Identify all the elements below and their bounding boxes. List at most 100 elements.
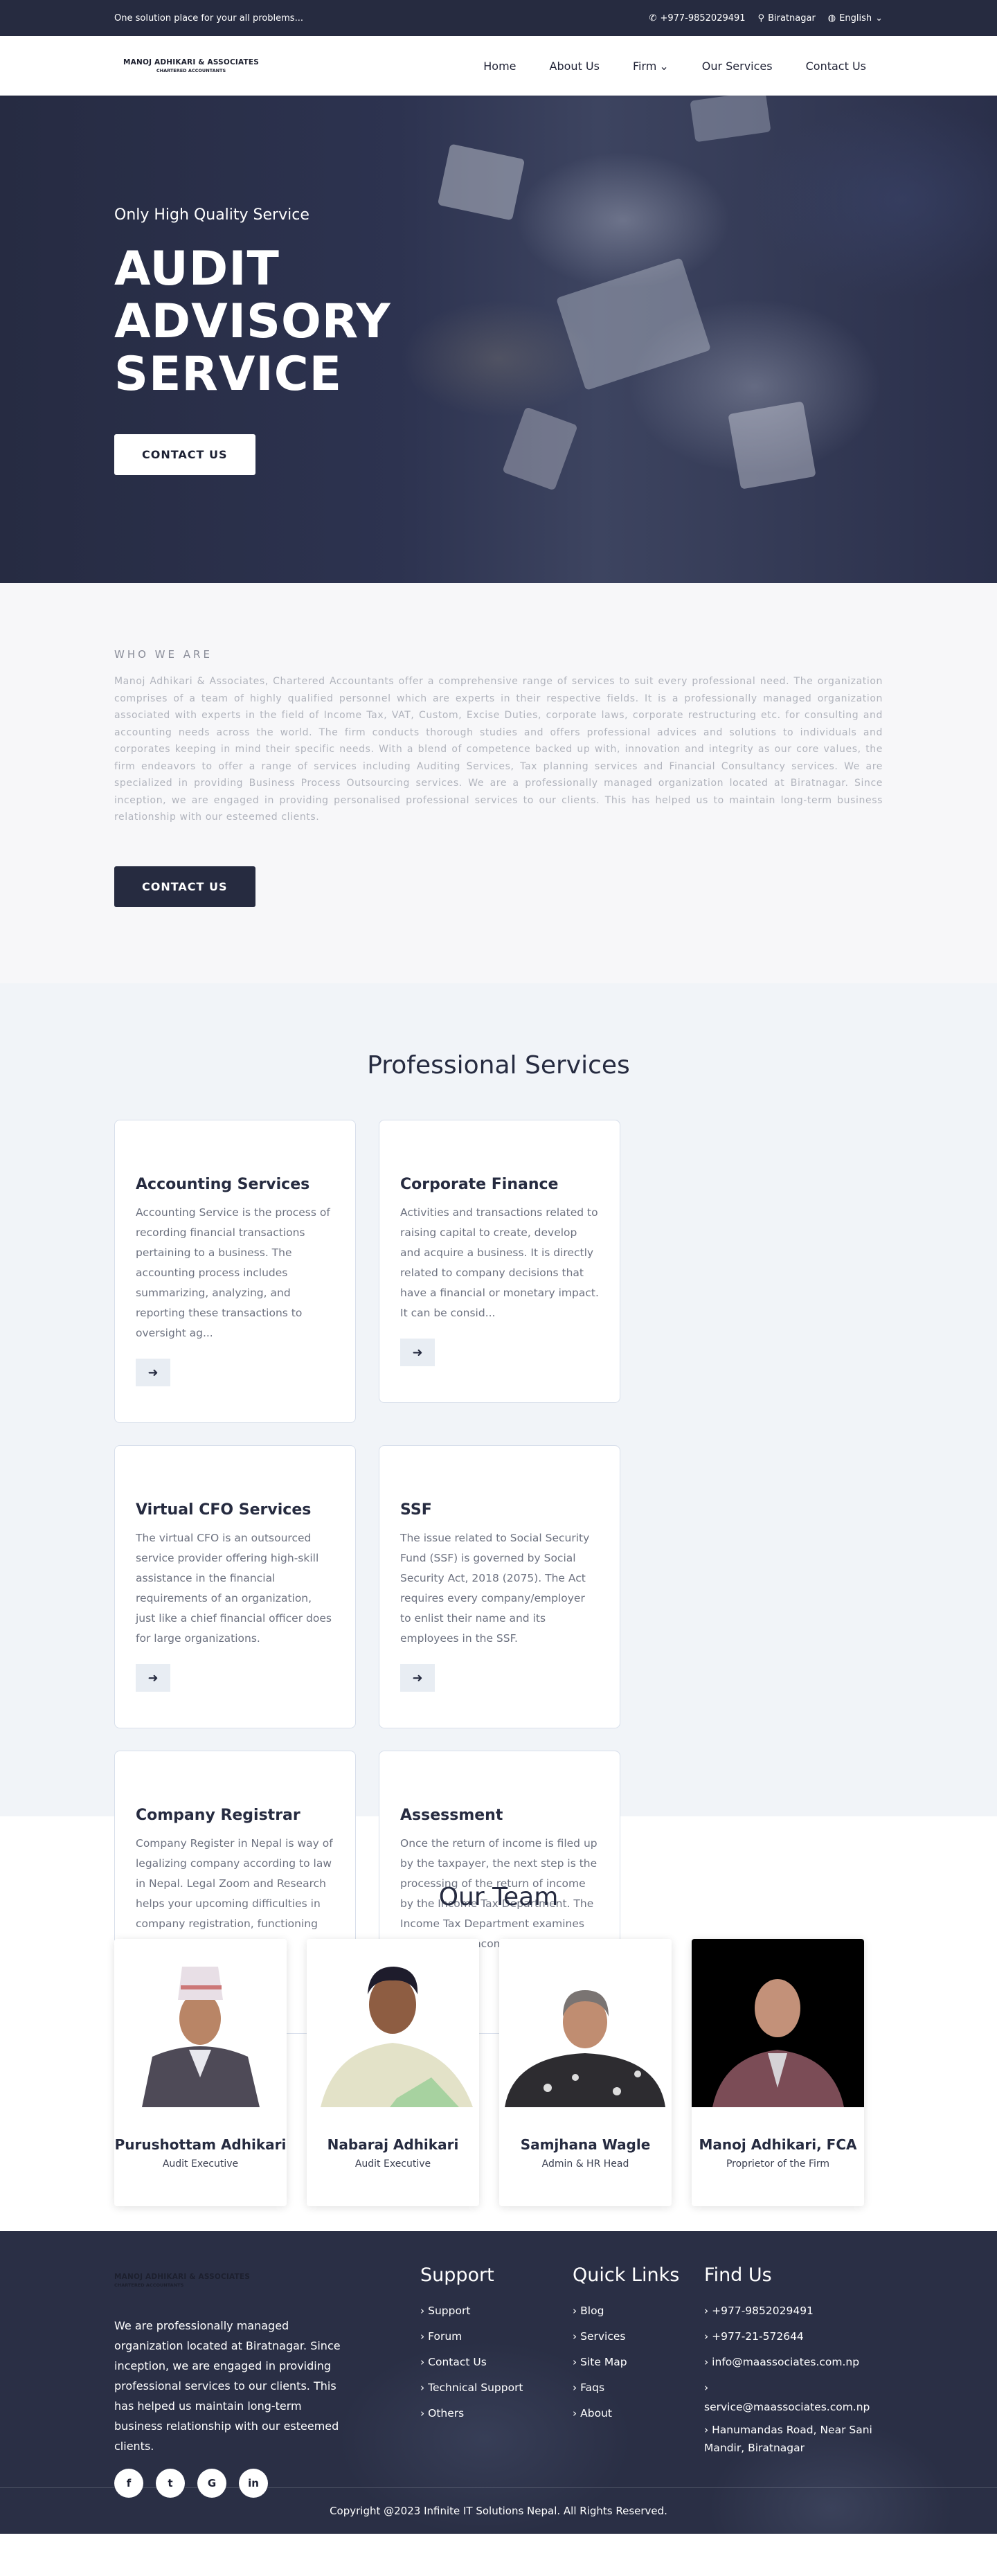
member-photo [307,1939,479,2107]
brand-logo[interactable]: MANOJ ADHIKARI & ASSOCIATES CHARTERED AC… [123,58,259,73]
globe-icon: ◍ [827,12,836,24]
footer-link[interactable]: › Blog [573,2298,704,2324]
hero-subtitle: Only High Quality Service [114,206,309,224]
brand-name: MANOJ ADHIKARI & ASSOCIATES [114,2273,251,2281]
language-label: English [839,12,872,24]
tagline: One solution place for your all problems… [114,12,303,24]
service-card: Accounting Services Accounting Service is… [114,1120,356,1423]
footer-about: MANOJ ADHIKARI & ASSOCIATES CHARTERED AC… [114,2264,420,2498]
member-photo [692,1939,864,2107]
nav-firm[interactable]: Firm ⌄ [616,60,685,73]
service-more-button[interactable]: ➜ [400,1339,435,1366]
arrow-right-icon: ➜ [147,1365,159,1380]
contact-item-label: info@maassociates.com.np [712,2356,860,2368]
footer-link[interactable]: › Faqs [573,2375,704,2401]
footer-quick-links: Quick Links › Blog › Services › Site Map… [573,2264,704,2498]
member-role: Audit Executive [162,2158,239,2170]
member-photo-illustration [321,1967,473,2107]
member-photo-illustration [142,1967,260,2107]
contact-item-label: service@maassociates.com.np [704,2401,870,2413]
brand-subtitle: CHARTERED ACCOUNTANTS [114,2282,184,2288]
footer-link-label: Others [428,2407,465,2420]
site-footer: MANOJ ADHIKARI & ASSOCIATES CHARTERED AC… [0,2231,997,2534]
footer-link[interactable]: › Others [420,2401,573,2426]
member-photo [114,1939,287,2107]
service-title: Assessment [400,1807,503,1824]
contact-item[interactable]: › +977-21-572644 [704,2324,884,2350]
footer-link-label: Contact Us [428,2356,487,2368]
service-card: Corporate Finance Activities and transact… [379,1120,620,1403]
member-role: Proprietor of the Firm [726,2158,830,2170]
hero-title-line: ADVISORY [114,294,391,349]
contact-item[interactable]: › +977-9852029491 [704,2298,884,2324]
footer-link[interactable]: › Contact Us [420,2350,573,2375]
footer-link-label: About [580,2407,612,2420]
team-member-card[interactable]: Purushottam Adhikari Audit Executive [114,1939,287,2206]
service-title: Company Registrar [136,1807,300,1824]
brand-name: MANOJ ADHIKARI & ASSOCIATES [123,58,260,66]
nav-firm-label: Firm [632,59,657,73]
hero-banner: Only High Quality Service AUDIT ADVISORY… [0,96,997,583]
service-title: Accounting Services [136,1176,310,1193]
service-text: The virtual CFO is an outsourced service… [136,1532,332,1645]
service-title: SSF [400,1501,432,1519]
service-card: Virtual CFO Services The virtual CFO is a… [114,1445,356,1728]
footer-link[interactable]: › Technical Support [420,2375,573,2401]
chevron-down-icon: ⌄ [875,12,883,24]
contact-item-label: Hanumandas Road, Near Sani Mandir, Birat… [704,2424,872,2454]
contact-item[interactable]: › info@maassociates.com.np [704,2350,884,2375]
top-bar: One solution place for your all problems… [0,0,997,36]
quick-links-heading: Quick Links [573,2264,680,2286]
nav-home[interactable]: Home [467,60,532,73]
nav-services-label: Our Services [701,59,773,73]
main-nav: MANOJ ADHIKARI & ASSOCIATES CHARTERED AC… [0,36,997,96]
hero-title: AUDIT ADVISORY SERVICE [114,243,391,401]
team-member-card[interactable]: Nabaraj Adhikari Audit Executive [307,1939,479,2206]
nav-menu: Home About Us Firm ⌄ Our Services Contact… [467,60,883,73]
copyright-text: Copyright @2023 Infinite IT Solutions Ne… [330,2505,667,2517]
member-name: Manoj Adhikari, FCA [699,2136,857,2153]
services-section: Professional Services Accounting Service… [0,983,997,2034]
arrow-right-icon: ➜ [147,1670,159,1685]
contact-item-label: +977-21-572644 [712,2330,804,2343]
about-section: WHO WE ARE Manoj Adhikari & Associates, … [0,583,997,983]
about-contact-button[interactable]: CONTACT US [114,866,255,907]
footer-logo[interactable]: MANOJ ADHIKARI & ASSOCIATES CHARTERED AC… [114,2273,273,2288]
footer-link[interactable]: › About [573,2401,704,2426]
footer-link-label: Services [580,2330,626,2343]
service-text: The issue related to Social Security Fun… [400,1532,590,1645]
member-photo-illustration [712,1979,844,2107]
copyright-bar: Copyright @2023 Infinite IT Solutions Ne… [0,2487,997,2534]
language-dropdown[interactable]: ◍ English ⌄ [828,13,883,24]
nav-contact[interactable]: Contact Us [789,60,883,73]
member-role: Audit Executive [354,2158,431,2170]
service-more-button[interactable]: ➜ [136,1664,170,1692]
find-us-heading: Find Us [704,2264,772,2286]
nav-services[interactable]: Our Services [685,60,789,73]
service-more-button[interactable]: ➜ [400,1664,435,1692]
footer-link-label: Technical Support [428,2381,523,2394]
footer-link-label: Support [428,2305,471,2317]
team-member-card[interactable]: Samjhana Wagle Admin & HR Head [499,1939,672,2206]
contact-item[interactable]: › service@maassociates.com.np [704,2375,884,2417]
service-more-button[interactable]: ➜ [136,1359,170,1386]
hero-contact-button[interactable]: CONTACT US [114,434,255,475]
footer-link[interactable]: › Forum [420,2324,573,2350]
nav-about-label: About Us [549,59,600,73]
service-title: Virtual CFO Services [136,1501,312,1519]
about-eyebrow: WHO WE ARE [114,648,213,661]
footer-link[interactable]: › Site Map [573,2350,704,2375]
team-member-card[interactable]: Manoj Adhikari, FCA Proprietor of the Fi… [692,1939,864,2206]
chevron-down-icon: ⌄ [659,59,669,73]
document-shape [728,401,816,490]
footer-link[interactable]: › Support [420,2298,573,2324]
brand-subtitle: CHARTERED ACCOUNTANTS [156,68,226,73]
service-text: Company Register in Nepal is way of lega… [136,1837,333,1950]
about-text: Manoj Adhikari & Associates, Chartered A… [114,676,883,823]
phone-link[interactable]: ✆ +977-9852029491 [649,13,746,24]
location-link[interactable]: ⚲ Biratnagar [758,13,816,24]
nav-about[interactable]: About Us [533,60,616,73]
footer-link[interactable]: › Services [573,2324,704,2350]
footer-link-label: Blog [580,2305,604,2317]
location-text: Biratnagar [768,12,816,24]
